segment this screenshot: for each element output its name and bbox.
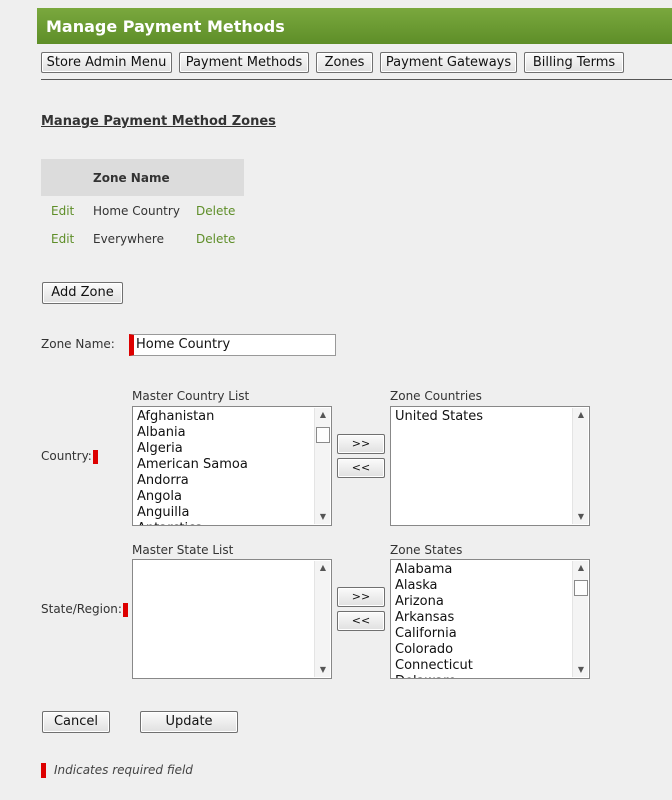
- add-state-button[interactable]: >>: [337, 587, 385, 607]
- cancel-button[interactable]: Cancel: [42, 711, 110, 733]
- scroll-up-icon[interactable]: ▲: [573, 561, 589, 575]
- scroll-thumb[interactable]: [574, 580, 588, 596]
- zone-name-label: Zone Name:: [41, 337, 115, 351]
- delete-link[interactable]: Delete: [196, 204, 235, 218]
- zone-table-header: Zone Name: [41, 159, 244, 196]
- list-item[interactable]: Arkansas: [395, 610, 571, 626]
- section-title: Manage Payment Method Zones: [41, 114, 276, 129]
- list-item[interactable]: Alaska: [395, 578, 571, 594]
- remove-country-button[interactable]: <<: [337, 458, 385, 478]
- list-item[interactable]: United States: [395, 409, 571, 425]
- zone-name-cell: Everywhere: [93, 232, 164, 246]
- master-country-list-title: Master Country List: [132, 389, 250, 403]
- scroll-down-icon[interactable]: ▼: [573, 663, 589, 677]
- list-item[interactable]: Connecticut: [395, 658, 571, 674]
- list-item[interactable]: Arizona: [395, 594, 571, 610]
- zone-states-title: Zone States: [390, 543, 463, 557]
- edit-link[interactable]: Edit: [51, 204, 74, 218]
- required-marker: [41, 763, 46, 778]
- master-country-listbox[interactable]: Afghanistan Albania Algeria American Samoa A…: [132, 406, 332, 526]
- required-legend: Indicates required field: [41, 763, 193, 778]
- tab-payment-gateways[interactable]: Payment Gateways: [380, 52, 517, 73]
- list-item[interactable]: Anguilla: [137, 505, 313, 521]
- list-item[interactable]: Colorado: [395, 642, 571, 658]
- scrollbar[interactable]: ▲ ▼: [572, 561, 588, 677]
- zone-name-input[interactable]: Home Country: [129, 334, 336, 356]
- page-header: Manage Payment Methods: [37, 8, 672, 44]
- tab-divider: [41, 79, 672, 80]
- zone-countries-listbox[interactable]: United States ▲ ▼: [390, 406, 590, 526]
- add-zone-button[interactable]: Add Zone: [42, 282, 123, 304]
- zone-table: Zone Name Edit Home Country Delete Edit …: [41, 159, 244, 252]
- state-region-label: State/Region:: [41, 602, 122, 616]
- zone-name-cell: Home Country: [93, 204, 180, 218]
- list-item[interactable]: California: [395, 626, 571, 642]
- scroll-down-icon[interactable]: ▼: [315, 510, 331, 524]
- scrollbar[interactable]: ▲ ▼: [572, 408, 588, 524]
- list-item[interactable]: Afghanistan: [137, 409, 313, 425]
- master-state-list-title: Master State List: [132, 543, 234, 557]
- list-item[interactable]: Alabama: [395, 562, 571, 578]
- tab-payment-methods[interactable]: Payment Methods: [179, 52, 309, 73]
- zone-name-column-header: Zone Name: [93, 171, 170, 185]
- required-legend-text: Indicates required field: [54, 763, 193, 777]
- list-item[interactable]: Albania: [137, 425, 313, 441]
- page-title: Manage Payment Methods: [46, 17, 285, 36]
- edit-link[interactable]: Edit: [51, 232, 74, 246]
- tab-zones[interactable]: Zones: [316, 52, 373, 73]
- list-item[interactable]: Delaware: [395, 674, 571, 678]
- zone-state-items: Alabama Alaska Arizona Arkansas California Co…: [395, 562, 571, 678]
- add-country-button[interactable]: >>: [337, 434, 385, 454]
- scroll-up-icon[interactable]: ▲: [315, 561, 331, 575]
- zone-country-items: United States: [395, 409, 571, 425]
- list-item[interactable]: Andorra: [137, 473, 313, 489]
- state-label-wrap: State/Region:: [41, 602, 128, 617]
- country-label: Country:: [41, 449, 92, 463]
- list-item[interactable]: Algeria: [137, 441, 313, 457]
- list-item[interactable]: Angola: [137, 489, 313, 505]
- scrollbar[interactable]: ▲ ▼: [314, 561, 330, 677]
- required-marker: [122, 602, 128, 617]
- table-row: Edit Home Country Delete: [41, 196, 244, 224]
- scroll-up-icon[interactable]: ▲: [573, 408, 589, 422]
- country-label-wrap: Country:: [41, 449, 98, 464]
- scrollbar[interactable]: ▲ ▼: [314, 408, 330, 524]
- scroll-down-icon[interactable]: ▼: [315, 663, 331, 677]
- list-item[interactable]: American Samoa: [137, 457, 313, 473]
- remove-state-button[interactable]: <<: [337, 611, 385, 631]
- required-marker: [92, 449, 98, 464]
- tab-billing-terms[interactable]: Billing Terms: [524, 52, 624, 73]
- update-button[interactable]: Update: [140, 711, 238, 733]
- scroll-down-icon[interactable]: ▼: [573, 510, 589, 524]
- master-country-items: Afghanistan Albania Algeria American Samoa A…: [137, 409, 313, 525]
- tab-store-admin-menu[interactable]: Store Admin Menu: [41, 52, 172, 73]
- master-state-listbox[interactable]: ▲ ▼: [132, 559, 332, 679]
- delete-link[interactable]: Delete: [196, 232, 235, 246]
- zone-states-listbox[interactable]: Alabama Alaska Arizona Arkansas California Co…: [390, 559, 590, 679]
- zone-countries-title: Zone Countries: [390, 389, 482, 403]
- scroll-thumb[interactable]: [316, 427, 330, 443]
- list-item[interactable]: Antarctica: [137, 521, 313, 525]
- scroll-up-icon[interactable]: ▲: [315, 408, 331, 422]
- table-row: Edit Everywhere Delete: [41, 224, 244, 252]
